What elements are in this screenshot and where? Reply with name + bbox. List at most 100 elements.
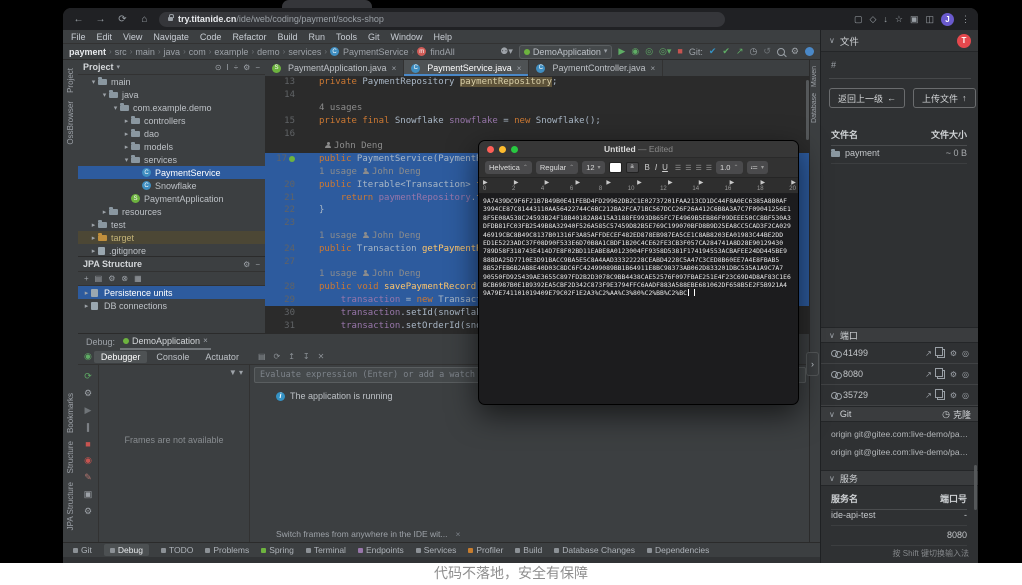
stop-button[interactable]: ■ (677, 47, 682, 56)
restore-icon[interactable]: ⟳ (274, 352, 281, 361)
run-button[interactable]: ▶ (618, 47, 625, 56)
editor-tab-paymentapplication.java[interactable]: SPaymentApplication.java× (265, 60, 404, 76)
tool-strip-database[interactable]: Database (811, 93, 818, 123)
copy-icon[interactable] (937, 391, 945, 400)
profile-button[interactable]: ◎▾ (659, 47, 671, 56)
tool-window-button-profiler[interactable]: Profiler (468, 545, 503, 555)
move-down-icon[interactable]: ↧ (303, 352, 310, 361)
user-icon[interactable]: ⚉▾ (500, 47, 513, 56)
tool-window-button-debug[interactable]: Debug (104, 544, 149, 556)
menu-item-run[interactable]: Run (308, 32, 325, 42)
breadcrumb-item-demo[interactable]: demo (257, 47, 280, 57)
tool-window-button-endpoints[interactable]: Endpoints (358, 545, 404, 555)
back-icon[interactable]: ← (72, 14, 85, 25)
tree-item-java[interactable]: ▾java (78, 88, 265, 101)
tab-stop-icon[interactable]: ▶ (637, 179, 642, 186)
italic-button[interactable]: I (655, 163, 657, 172)
copy-icon[interactable]: ▤ (95, 274, 103, 283)
open-external-icon[interactable]: ↗ (925, 370, 932, 379)
reload-icon[interactable]: ⟳ (116, 14, 129, 25)
line-spacing-select[interactable]: 1.0⌃ (716, 161, 742, 174)
forward-icon[interactable]: → (94, 14, 107, 25)
resume-icon[interactable]: ▶ (85, 405, 92, 416)
tool-strip-structure[interactable]: Structure (66, 441, 75, 473)
menu-item-file[interactable]: File (71, 32, 86, 42)
open-external-icon[interactable]: ↗ (925, 349, 932, 358)
port-stop-icon[interactable]: ◎ (962, 391, 969, 400)
tool-strip-bookmarks[interactable]: Bookmarks (66, 393, 75, 433)
tree-item-snowflake[interactable]: CSnowflake (78, 179, 265, 192)
tool-window-button-dependencies[interactable]: Dependencies (647, 545, 709, 555)
code-line[interactable]: 4 usages (265, 102, 810, 115)
tab-stop-icon[interactable]: ▶ (483, 179, 488, 186)
copy-icon[interactable] (937, 349, 945, 358)
port-settings-icon[interactable]: ⚙ (950, 349, 957, 358)
expand-icon[interactable]: I (227, 63, 229, 72)
filter-icon[interactable]: ▼ ▾ (229, 368, 243, 377)
git-update-icon[interactable]: ✔ (709, 47, 717, 56)
service-row[interactable]: 8080 (831, 530, 967, 546)
undo-icon[interactable]: ↺ (763, 47, 771, 56)
tree-item-controllers[interactable]: ▸controllers (78, 114, 265, 127)
breadcrumb-item-com[interactable]: com (189, 47, 206, 57)
textedit-content[interactable]: 9A7439DC9F6F21B7B49B0E41FEBD4FD29962DB2C… (479, 194, 798, 301)
textedit-titlebar[interactable]: Untitled — Edited (479, 141, 798, 158)
debugger-tab-console[interactable]: Console (149, 351, 196, 363)
camera-icon[interactable]: ▣ (84, 489, 93, 500)
text-color-swatch[interactable] (609, 162, 622, 173)
panel-settings-icon[interactable]: ⚙ (243, 260, 250, 269)
close-tab-icon[interactable]: × (651, 64, 656, 73)
close-icon[interactable]: ✕ (318, 352, 325, 361)
tab-stop-icon[interactable]: ▶ (791, 179, 796, 186)
tool-window-button-services[interactable]: Services (416, 545, 457, 555)
tool-window-button-build[interactable]: Build (515, 545, 542, 555)
menu-item-help[interactable]: Help (434, 32, 453, 42)
ports-section-header[interactable]: ∨ 端口 (821, 327, 978, 343)
tool-window-button-terminal[interactable]: Terminal (306, 545, 346, 555)
git-section-header[interactable]: ∨ Git ◷ 克隆 (821, 406, 978, 422)
debugger-tab-actuator[interactable]: Actuator (198, 351, 246, 363)
mute-breakpoints-icon[interactable]: ◉ (84, 455, 92, 466)
browser-menu-icon[interactable]: ⋮ (961, 14, 970, 25)
tab-stop-icon[interactable]: ▶ (699, 179, 704, 186)
tree-item-.gitignore[interactable]: ▸.gitignore (78, 244, 265, 256)
menu-item-refactor[interactable]: Refactor (232, 32, 266, 42)
copy-icon[interactable] (937, 370, 945, 379)
tree-item-test[interactable]: ▸test (78, 218, 265, 231)
add-icon[interactable]: + (84, 274, 89, 283)
tree-item-main[interactable]: ▾main (78, 75, 265, 88)
stop-icon[interactable]: ■ (85, 439, 90, 449)
tool-strip-project[interactable]: Project (66, 68, 75, 93)
debug-button[interactable]: ◉ (631, 47, 639, 56)
breadcrumb-item-example[interactable]: example (214, 47, 248, 57)
port-settings-icon[interactable]: ⚙ (950, 391, 957, 400)
close-tab-icon[interactable]: × (392, 64, 397, 73)
notification-badge[interactable]: T (957, 34, 971, 48)
pause-icon[interactable]: ∥ (86, 422, 91, 433)
settings-gear-icon[interactable]: ⚙ (791, 47, 799, 56)
tool-window-button-spring[interactable]: Spring (261, 545, 294, 555)
tool-window-button-database-changes[interactable]: Database Changes (554, 545, 635, 555)
tree-item-resources[interactable]: ▸resources (78, 205, 265, 218)
bold-button[interactable]: B (645, 163, 650, 172)
services-section-header[interactable]: ∨ 服务 (821, 470, 978, 486)
service-row[interactable]: ide-api-test- (831, 510, 967, 526)
font-style-select[interactable]: Regular⌃ (536, 161, 578, 174)
highlight-color-swatch[interactable]: a (626, 162, 639, 173)
breadcrumb-item-java[interactable]: java (164, 47, 181, 57)
tree-item-paymentservice[interactable]: CPaymentService (78, 166, 265, 179)
port-row[interactable]: 8080↗⚙◎ (821, 364, 978, 385)
git-commit-icon[interactable]: ✔ (722, 47, 730, 56)
run-config-select[interactable]: DemoApplication ▾ (519, 45, 613, 59)
edit-icon[interactable]: ✎ (84, 472, 92, 483)
port-row[interactable]: 41499↗⚙◎ (821, 343, 978, 364)
tree-item-services[interactable]: ▾services (78, 153, 265, 166)
tab-stop-icon[interactable]: ▶ (514, 179, 519, 186)
breadcrumb-item-main[interactable]: main (135, 47, 155, 57)
tool-strip-maven[interactable]: Maven (811, 66, 818, 87)
tree-item-models[interactable]: ▸models (78, 140, 265, 153)
menu-item-build[interactable]: Build (277, 32, 297, 42)
align-right-icon[interactable]: ☰ (706, 164, 712, 172)
align-justify-icon[interactable]: ☰ (695, 164, 701, 172)
debug-session-tab[interactable]: DemoApplication × (120, 333, 211, 350)
